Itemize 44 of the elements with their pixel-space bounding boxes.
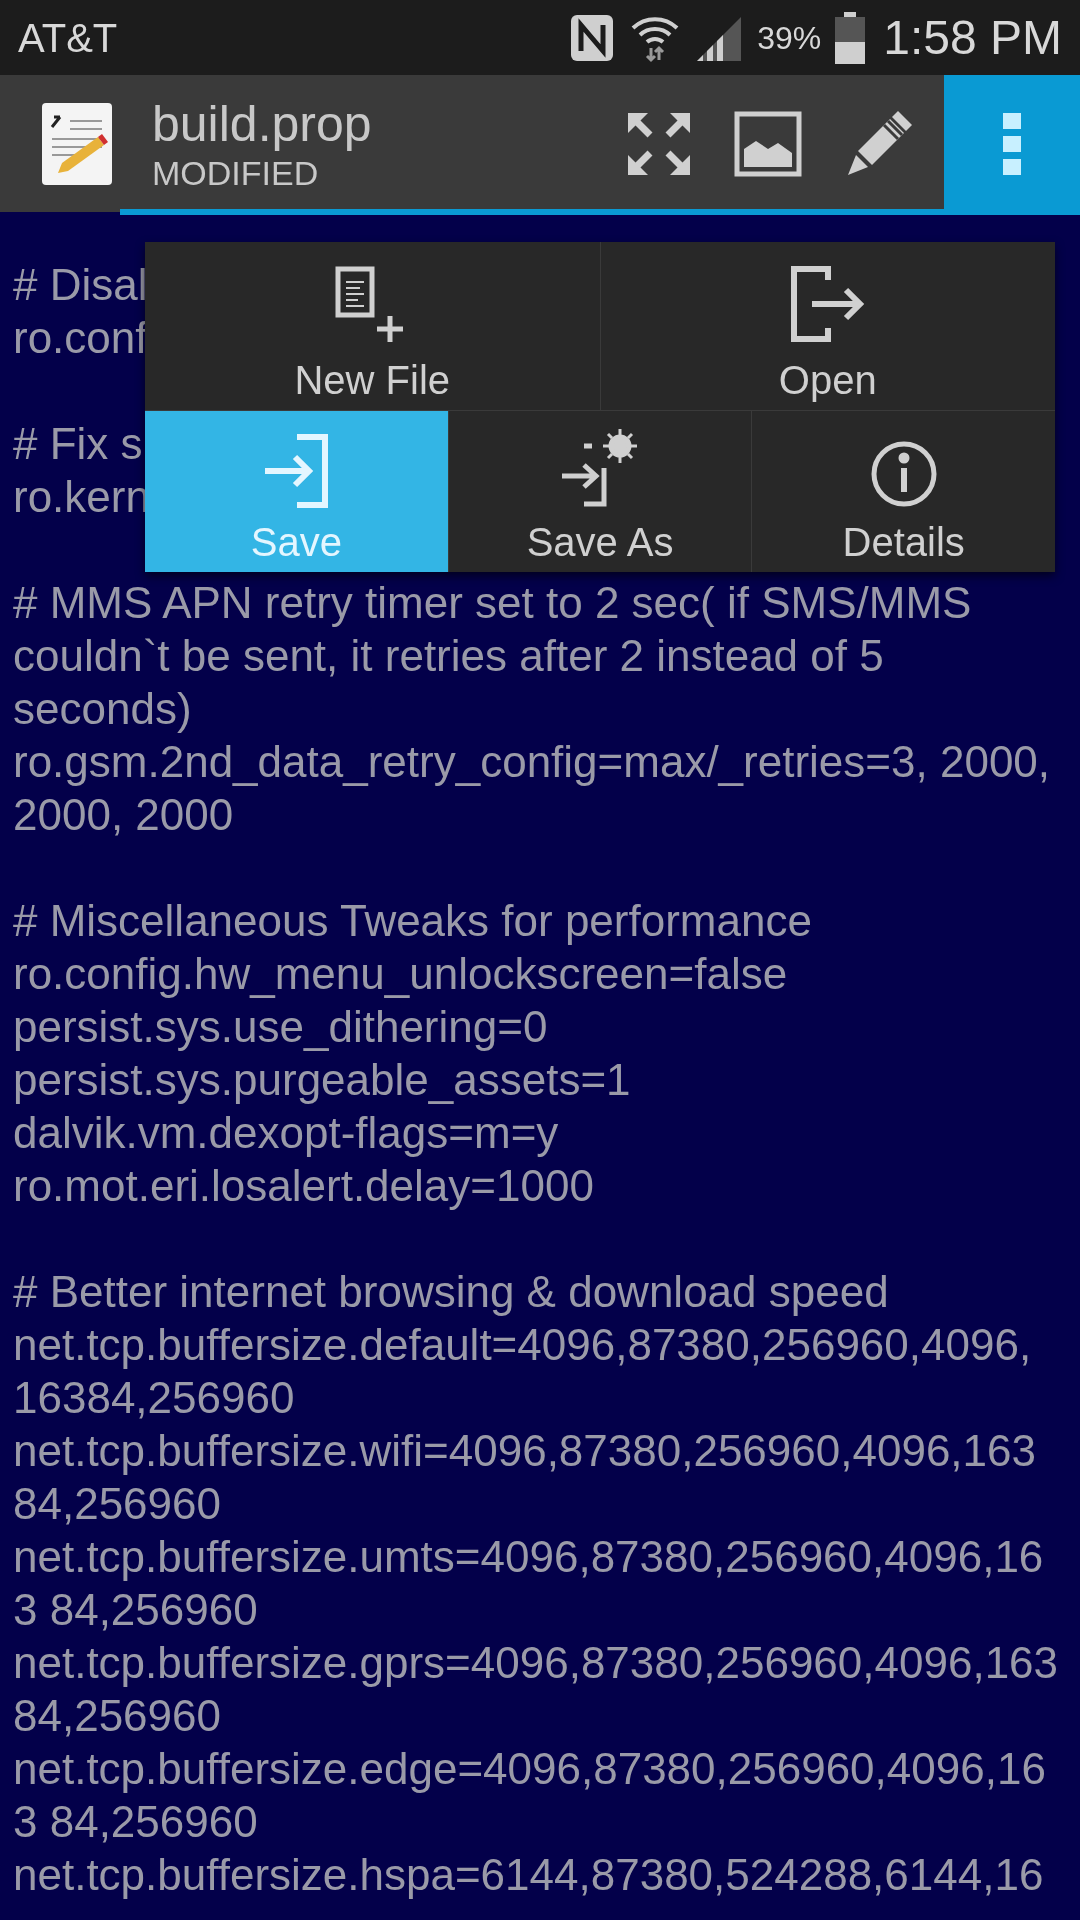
- code-line: net.tcp.buffersize.default=4096,87380,256960,4096,: [13, 1319, 1032, 1371]
- code-line: 16384,256960: [13, 1372, 295, 1424]
- code-line: 3 84,256960: [13, 1796, 258, 1848]
- code-line: net.tcp.buffersize.hspa=6144,87380,524288,6144,16: [13, 1849, 1044, 1901]
- menu-item[interactable]: Save As: [447, 411, 752, 572]
- file-name: build.prop: [152, 94, 372, 153]
- menu-item[interactable]: Open: [599, 242, 1055, 410]
- code-line: net.tcp.buffersize.wifi=4096,87380,256960,4096,163: [13, 1425, 1036, 1477]
- info-icon: [869, 440, 938, 508]
- carrier-name: AT&T: [18, 14, 118, 62]
- clock-time: 1:58 PM: [883, 9, 1062, 66]
- nfc-icon: [569, 12, 616, 63]
- code-line: persist.sys.purgeable_assets=1: [13, 1054, 631, 1106]
- code-line: net.tcp.buffersize.edge=4096,87380,256960,4096,16: [13, 1743, 1046, 1795]
- code-line: # Disal: [13, 259, 148, 311]
- enter-arrow-icon: [263, 434, 330, 508]
- menu-item[interactable]: Details: [751, 411, 1055, 572]
- code-line: # Fix s: [13, 418, 143, 470]
- overflow-menu-button[interactable]: [944, 75, 1080, 212]
- code-line: net.tcp.buffersize.gprs=4096,87380,256960,4096,163: [13, 1637, 1059, 1689]
- code-line: dalvik.vm.dexopt-flags=m=y: [13, 1107, 559, 1159]
- image-icon[interactable]: [734, 110, 802, 177]
- code-line: persist.sys.use_dithering=0: [13, 1001, 548, 1053]
- more-icon: [1003, 112, 1021, 175]
- code-line: # MMS APN retry timer set to 2 sec( if SMS/MMS: [13, 577, 972, 629]
- code-line: 84,256960: [13, 1690, 221, 1742]
- menu-item[interactable]: New File: [145, 242, 600, 410]
- enter-arrow-sun-icon: [560, 428, 640, 508]
- code-line: couldn`t be sent, it retries after 2 instead of 5: [13, 630, 884, 682]
- code-line: ro.conf: [13, 312, 148, 364]
- code-line: 2000, 2000: [13, 789, 234, 841]
- code-line: seconds): [13, 683, 192, 735]
- code-line: net.tcp.buffersize.umts=4096,87380,256960,4096,16: [13, 1531, 1044, 1583]
- code-line: ro.config.hw_menu_unlockscreen=false: [13, 948, 788, 1000]
- battery-icon: [835, 11, 866, 64]
- battery-percent: 39%: [757, 18, 822, 58]
- code-line: ro.gsm.2nd_data_retry_config=max/_retries=3, 2000,: [13, 736, 1051, 788]
- code-line: ro.mot.eri.losalert.delay=1000: [13, 1160, 594, 1212]
- file-status: MODIFIED: [152, 152, 320, 193]
- code-line: 84,256960: [13, 1478, 221, 1530]
- fullscreen-icon[interactable]: [626, 110, 692, 177]
- code-line: # Better internet browsing & download speed: [13, 1266, 889, 1318]
- code-line: # Miscellaneous Tweaks for performance: [13, 895, 812, 947]
- code-line: 3 84,256960: [13, 1584, 258, 1636]
